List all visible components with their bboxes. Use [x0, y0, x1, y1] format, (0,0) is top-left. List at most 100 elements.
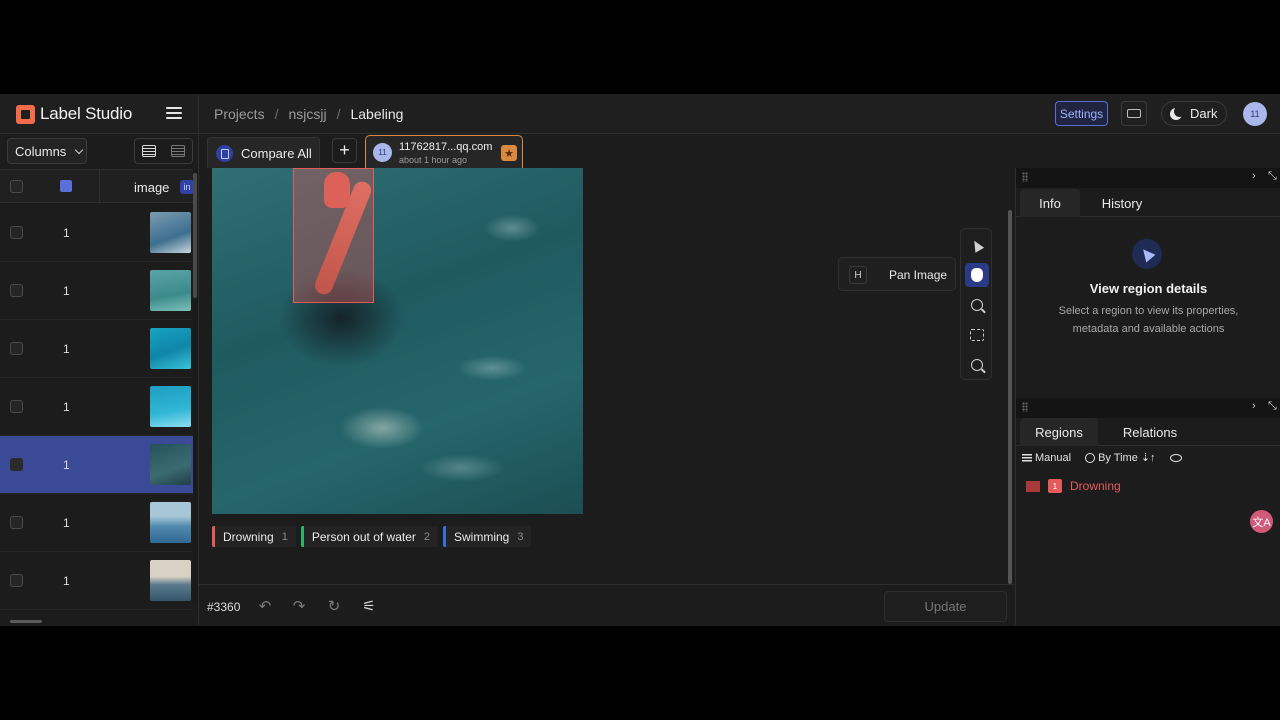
row-thumbnail — [150, 444, 191, 485]
horizontal-scrollbar-thumb[interactable] — [10, 620, 42, 623]
columns-label: Columns — [15, 143, 67, 159]
bounding-box-region-drowning[interactable] — [293, 168, 374, 303]
row-annotation-count: 1 — [63, 284, 70, 298]
table-row[interactable]: 1 — [0, 552, 193, 610]
tab-relations[interactable]: Relations — [1112, 418, 1188, 446]
scrollbar-thumb[interactable] — [193, 173, 197, 298]
annotation-tab-active[interactable]: 11 11762817...qq.com about 1 hour ago ★ — [365, 135, 523, 168]
select-tool[interactable] — [965, 233, 989, 257]
drag-handle-icon[interactable] — [1022, 172, 1028, 182]
keyboard-shortcuts-button[interactable] — [1121, 101, 1147, 126]
table-row[interactable]: 1 — [0, 494, 193, 552]
clock-icon — [1085, 452, 1096, 463]
row-thumbnail — [150, 328, 191, 369]
regions-panel-header: › ⤡ — [1016, 398, 1280, 418]
settings-button[interactable]: Settings — [1055, 101, 1108, 126]
order-manual-button[interactable]: Manual — [1022, 452, 1071, 464]
label-person-out-of-water[interactable]: Person out of water 2 — [300, 526, 439, 547]
tab-regions[interactable]: Regions — [1020, 418, 1098, 446]
reset-icon[interactable]: ↻ — [326, 598, 342, 615]
eye-icon — [1169, 453, 1182, 462]
translate-icon[interactable]: 文A — [1250, 510, 1273, 533]
zoom-out-icon — [971, 359, 983, 371]
label-studio-logo-icon — [16, 104, 35, 124]
expand-panel-icon[interactable]: › — [1252, 400, 1256, 412]
add-annotation-button[interactable]: + — [332, 138, 357, 163]
row-annotation-count: 1 — [63, 342, 70, 356]
update-button[interactable]: Update — [884, 591, 1007, 622]
theme-toggle[interactable]: Dark — [1161, 101, 1227, 126]
grid-view-button[interactable] — [164, 139, 193, 163]
ground-truth-star-icon[interactable]: ★ — [501, 145, 517, 161]
expand-panel-icon[interactable]: › — [1252, 170, 1256, 182]
select-all-checkbox[interactable] — [10, 180, 23, 193]
row-checkbox[interactable] — [10, 516, 23, 529]
brand[interactable]: Label Studio — [16, 104, 132, 124]
order-by-time-button[interactable]: By Time ⇣↑ — [1085, 451, 1156, 464]
fit-image-tool[interactable] — [965, 323, 989, 347]
table-row[interactable]: 1 — [0, 378, 193, 436]
label-hotkey: 1 — [281, 530, 288, 543]
keyboard-icon — [1127, 109, 1141, 118]
tab-info[interactable]: Info — [1020, 189, 1080, 217]
breadcrumb-projects[interactable]: Projects — [214, 106, 265, 122]
compare-all-tab[interactable]: Compare All — [207, 137, 320, 168]
row-checkbox[interactable] — [10, 284, 23, 297]
column-header-image[interactable]: image — [134, 180, 169, 195]
task-list-scrollbar[interactable] — [193, 169, 198, 604]
region-index: 1 — [1048, 479, 1062, 493]
redo-icon[interactable]: ↷ — [291, 598, 307, 615]
chevron-down-icon — [75, 145, 84, 154]
settings-sliders-icon[interactable]: ⚟ — [361, 598, 377, 615]
row-checkbox[interactable] — [10, 458, 23, 471]
canvas-scrollbar[interactable] — [1008, 210, 1012, 584]
table-row[interactable]: 1 — [0, 204, 193, 262]
pan-tool[interactable] — [965, 263, 989, 287]
label-hotkey: 3 — [517, 530, 524, 543]
collapse-panel-icon[interactable]: ⤡ — [1268, 400, 1277, 413]
order-manual-label: Manual — [1035, 451, 1072, 464]
theme-label: Dark — [1190, 106, 1218, 121]
pan-image-tooltip: H Pan Image — [838, 257, 956, 291]
order-by-time-label: By Time — [1098, 451, 1138, 464]
zoom-in-tool[interactable] — [965, 293, 989, 317]
collapse-panel-icon[interactable]: ⤡ — [1268, 170, 1277, 183]
region-list-item[interactable]: 1 Drowning — [1026, 479, 1121, 493]
label-name: Drowning — [223, 529, 274, 544]
tab-history[interactable]: History — [1092, 189, 1152, 217]
table-row[interactable]: 1 — [0, 320, 193, 378]
zoom-out-tool[interactable] — [965, 353, 989, 377]
panel-divider — [198, 94, 199, 626]
user-avatar[interactable]: 11 — [1243, 102, 1267, 126]
row-checkbox[interactable] — [10, 226, 23, 239]
toggle-visibility-button[interactable] — [1169, 453, 1182, 462]
column-divider — [99, 170, 100, 204]
row-checkbox[interactable] — [10, 342, 23, 355]
row-checkbox[interactable] — [10, 574, 23, 587]
label-swimming[interactable]: Swimming 3 — [443, 526, 532, 547]
label-drowning[interactable]: Drowning 1 — [212, 526, 296, 547]
table-row[interactable]: 1 — [0, 262, 193, 320]
annotation-time: about 1 hour ago — [399, 155, 468, 165]
rectangle-region-icon — [1026, 480, 1040, 492]
undo-icon[interactable]: ↶ — [257, 598, 273, 615]
row-annotation-count: 1 — [63, 516, 70, 530]
moon-icon — [1170, 105, 1185, 120]
row-annotation-count: 1 — [63, 458, 70, 472]
annotator-name: 11762817...qq.com — [399, 141, 493, 153]
columns-dropdown[interactable]: Columns — [7, 138, 87, 164]
menu-icon[interactable] — [166, 107, 182, 121]
breadcrumb-separator: / — [274, 106, 279, 122]
breadcrumb-project[interactable]: nsjcsjj — [288, 106, 326, 122]
row-annotation-count: 1 — [63, 400, 70, 414]
list-view-button[interactable] — [135, 139, 164, 163]
drag-handle-icon[interactable] — [1022, 402, 1028, 412]
compare-all-label: Compare All — [241, 145, 312, 161]
table-row-selected[interactable]: 1 — [0, 436, 193, 494]
row-checkbox[interactable] — [10, 400, 23, 413]
annotations-column-icon — [60, 180, 72, 192]
task-id: #3360 — [207, 600, 241, 614]
list-view-icon — [142, 145, 157, 157]
grid-view-icon — [170, 145, 185, 157]
image-canvas[interactable] — [212, 168, 583, 514]
